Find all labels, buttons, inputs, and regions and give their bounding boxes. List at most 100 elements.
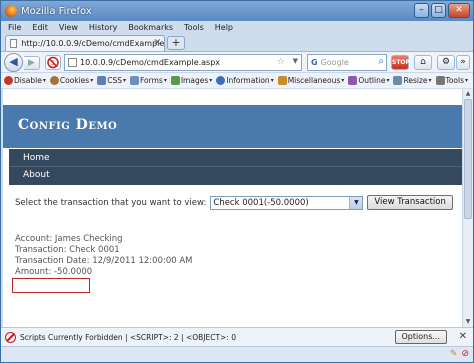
transaction-line: Transaction: Check 0001 <box>15 245 120 255</box>
title-bar: Mozilla Firefox – □ ✕ <box>1 1 473 21</box>
site-navigation: Home About <box>9 149 462 185</box>
menu-tools[interactable]: Tools <box>184 23 204 32</box>
svg-text:S: S <box>51 60 55 67</box>
tab-strip: http://10.0.0.9/cDemo/cmdExample.aspx ✕ … <box>1 34 473 51</box>
css-menu[interactable]: CSS ▾ <box>97 76 126 85</box>
transaction-select-row: Select the transaction that you want to … <box>15 195 453 210</box>
bookmark-star-icon[interactable]: ☆ <box>277 57 285 67</box>
nav-about-link[interactable]: About <box>9 167 462 184</box>
url-history-dropdown-icon[interactable]: ▼ <box>293 57 298 65</box>
close-icon[interactable]: ✕ <box>459 331 467 342</box>
chevron-down-icon: ▾ <box>341 77 345 84</box>
miscellaneous-menu[interactable]: Miscellaneous ▾ <box>277 76 345 85</box>
menu-bookmarks[interactable]: Bookmarks <box>128 23 173 32</box>
site-title: Config Demo <box>18 117 118 133</box>
site-header: Config Demo <box>3 105 462 148</box>
transaction-select[interactable]: Check 0001(-50.0000) ▼ <box>210 195 364 210</box>
information-menu[interactable]: Information ▾ <box>216 76 274 85</box>
search-input[interactable]: Google <box>321 58 349 67</box>
window-title: Mozilla Firefox <box>21 5 92 17</box>
transaction-details: Account: James Checking Transaction: Che… <box>15 234 193 278</box>
browser-window: Mozilla Firefox – □ ✕ File Edit View His… <box>0 0 474 363</box>
scrollbar-thumb[interactable] <box>464 99 472 219</box>
maximize-button[interactable]: □ <box>431 3 446 18</box>
back-button[interactable]: ◀ <box>4 53 23 72</box>
disable-menu[interactable]: Disable ▾ <box>4 76 46 85</box>
info-icon <box>216 76 226 85</box>
nav-home-link[interactable]: Home <box>9 150 462 167</box>
cookies-menu[interactable]: Cookies ▾ <box>49 76 94 85</box>
noscript-icon <box>5 331 16 343</box>
tab-close-icon[interactable]: ✕ <box>153 38 161 48</box>
menu-edit[interactable]: Edit <box>32 23 48 32</box>
noscript-toolbar-button[interactable]: S <box>45 55 61 70</box>
minimize-button[interactable]: – <box>414 3 429 18</box>
menu-file[interactable]: File <box>8 23 21 32</box>
resize-menu[interactable]: Resize ▾ <box>393 76 432 85</box>
scroll-down-icon[interactable]: ▼ <box>464 318 472 326</box>
view-transaction-button[interactable]: View Transaction <box>367 195 453 210</box>
chevron-down-icon: ▾ <box>386 77 390 84</box>
transaction-date-line: Transaction Date: 12/9/2011 12:00:00 AM <box>15 256 193 266</box>
vertical-scrollbar[interactable]: ▲ ▼ <box>462 89 473 327</box>
web-developer-toolbar: Disable ▾ Cookies ▾ CSS ▾ Forms ▾ Images ▾ In… <box>1 72 473 88</box>
noscript-message: Scripts Currently Forbidden | <SCRIPT>: … <box>20 332 237 342</box>
chevron-down-icon: ▾ <box>428 77 432 84</box>
home-icon[interactable]: ⌂ <box>414 55 432 70</box>
account-line: Account: James Checking <box>15 234 123 244</box>
tab-label: http://10.0.0.9/cDemo/cmdExample.aspx <box>21 39 164 48</box>
forward-button[interactable]: ▶ <box>24 56 40 70</box>
search-bar[interactable]: G Google ⌕ <box>307 54 387 71</box>
noscript-icon: S <box>47 56 59 69</box>
forms-menu[interactable]: Forms ▾ <box>130 76 167 85</box>
url-bar[interactable]: 10.0.0.9/cDemo/cmdExample.aspx ☆ ▼ <box>64 54 302 71</box>
chevron-down-icon: ▾ <box>123 77 127 84</box>
stop-icon[interactable]: STOP <box>391 55 410 70</box>
status-icons: ✎ ⊘ <box>450 349 469 359</box>
firefox-logo-icon <box>5 5 17 17</box>
url-favicon-icon <box>68 58 77 67</box>
highlight-box <box>12 278 90 293</box>
status-bar: ✎ ⊘ <box>1 346 473 362</box>
chevron-down-icon: ▾ <box>465 77 469 84</box>
chevron-down-icon: ▾ <box>209 77 213 84</box>
chevron-down-icon: ▾ <box>163 77 167 84</box>
window-controls: – □ ✕ <box>414 3 470 18</box>
toolbar-overflow-icon[interactable]: » <box>456 55 470 70</box>
menu-view[interactable]: View <box>59 23 78 32</box>
new-tab-button[interactable]: + <box>167 36 185 50</box>
chevron-down-icon: ▾ <box>42 77 46 84</box>
outline-menu[interactable]: Outline ▾ <box>348 76 389 85</box>
addon-status-icon[interactable]: ✎ <box>450 349 458 359</box>
transaction-select-label: Select the transaction that you want to … <box>15 197 207 208</box>
navigation-toolbar: ◀ ▶ S 10.0.0.9/cDemo/cmdExample.aspx ☆ ▼… <box>1 51 473 72</box>
images-icon <box>170 76 180 85</box>
menu-history[interactable]: History <box>89 23 117 32</box>
resize-icon <box>393 76 403 85</box>
amount-line: Amount: -50.0000 <box>15 267 93 277</box>
transaction-select-value: Check 0001(-50.0000) <box>213 197 309 208</box>
search-go-icon[interactable]: ⌕ <box>378 56 384 67</box>
scroll-up-icon[interactable]: ▲ <box>464 90 472 98</box>
noscript-options-button[interactable]: Options... <box>394 330 447 344</box>
outline-icon <box>348 76 358 85</box>
tab-cmdexample[interactable]: http://10.0.0.9/cDemo/cmdExample.aspx ✕ <box>5 35 165 51</box>
page-favicon-icon <box>10 39 18 48</box>
toolbar-extension-icon[interactable]: ⚙ <box>437 55 455 70</box>
disable-icon <box>4 76 13 85</box>
page-content: Config Demo Home About Select the transa… <box>3 89 462 327</box>
menu-help[interactable]: Help <box>215 23 233 32</box>
close-window-button[interactable]: ✕ <box>448 3 470 18</box>
noscript-status-icon[interactable]: ⊘ <box>461 349 469 359</box>
cookie-icon <box>49 76 59 85</box>
url-text[interactable]: 10.0.0.9/cDemo/cmdExample.aspx <box>80 58 220 67</box>
css-icon <box>97 76 107 85</box>
chevron-down-icon: ▾ <box>90 77 94 84</box>
tools-menu[interactable]: Tools ▾ <box>435 76 469 85</box>
google-engine-icon[interactable]: G <box>311 58 318 67</box>
misc-icon <box>277 76 287 85</box>
noscript-notification-bar: Scripts Currently Forbidden | <SCRIPT>: … <box>1 327 473 346</box>
chevron-down-icon[interactable]: ▼ <box>349 196 363 209</box>
images-menu[interactable]: Images ▾ <box>170 76 213 85</box>
forms-icon <box>130 76 140 85</box>
